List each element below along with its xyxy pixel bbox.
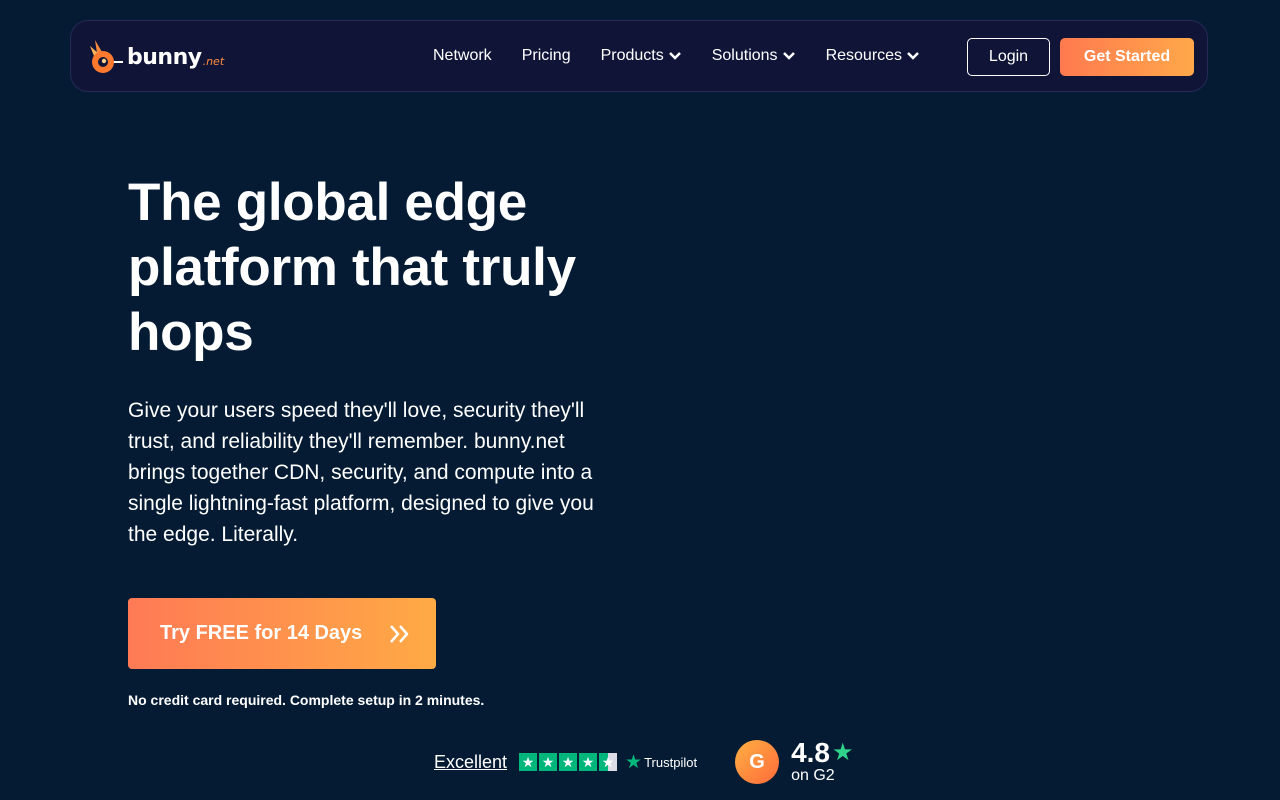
trustpilot-excellent-link[interactable]: Excellent — [434, 752, 507, 773]
trustpilot-star-icon: ★ — [539, 753, 558, 771]
hero-description: Give your users speed they'll love, secu… — [128, 399, 594, 546]
nav-resources[interactable]: Resources — [826, 47, 920, 65]
rating-star-icon: ★ — [832, 739, 854, 766]
nav-pricing[interactable]: Pricing — [522, 47, 571, 65]
trustpilot-star-icon: ★ — [559, 753, 578, 771]
trustpilot-half-star-icon: ★ — [599, 753, 618, 771]
trustpilot-star-icon: ★ — [519, 753, 538, 771]
trustpilot-star-icon: ★ — [579, 753, 598, 771]
trustpilot-logo-star-icon: ★ — [625, 751, 643, 773]
g2-suffix: on G2 — [791, 767, 835, 784]
g2-rating[interactable]: G 4.8 ★ on G2 — [735, 739, 854, 785]
nav-network[interactable]: Network — [433, 47, 492, 65]
get-started-button[interactable]: Get Started — [1060, 38, 1194, 76]
chevron-down-icon — [907, 52, 919, 60]
logo-tld: .net — [202, 54, 225, 68]
nav-products-label: Products — [600, 47, 664, 64]
ratings-bar: Excellent ★ ★ ★ ★ ★ ★ Trustpilot G 4.8 ★… — [434, 738, 854, 786]
main-nav: Network Pricing Products Solutions Resou… — [433, 21, 950, 91]
try-free-label: Try FREE for 14 Days — [160, 622, 363, 644]
chevron-down-icon — [668, 52, 681, 60]
bunny-logo-icon — [90, 40, 123, 73]
try-free-button[interactable]: Try FREE for 14 Days — [128, 598, 436, 669]
g2-text: 4.8 ★ on G2 — [791, 739, 853, 785]
trustpilot-logo[interactable]: ★ Trustpilot — [625, 751, 697, 774]
double-chevron-right-icon — [388, 623, 412, 645]
g2-score-row: 4.8 ★ — [791, 739, 853, 767]
logo-text: bunny — [127, 44, 202, 70]
nav-pricing-label: Pricing — [521, 47, 571, 64]
g2-score: 4.8 — [791, 737, 831, 768]
g2-logo-icon: G — [735, 740, 780, 784]
nav-solutions[interactable]: Solutions — [712, 47, 796, 65]
no-credit-card-note: No credit card required. Complete setup … — [128, 692, 485, 708]
nav-resources-label: Resources — [825, 47, 903, 64]
chevron-down-icon — [782, 52, 795, 60]
login-button[interactable]: Login — [967, 38, 1050, 76]
hero-title: The global edge platform that truly hops — [128, 173, 576, 362]
nav-solutions-label: Solutions — [711, 47, 778, 64]
nav-products[interactable]: Products — [601, 47, 682, 65]
g2-badge-text: G — [749, 750, 765, 773]
bunny-logo[interactable]: bunny .net — [85, 37, 224, 77]
trustpilot-stars: ★ ★ ★ ★ ★ — [519, 753, 619, 771]
top-navbar: bunny .net Network Pricing Products Solu… — [70, 20, 1208, 92]
trustpilot-brand: Trustpilot — [644, 754, 698, 770]
nav-network-label: Network — [433, 47, 492, 64]
